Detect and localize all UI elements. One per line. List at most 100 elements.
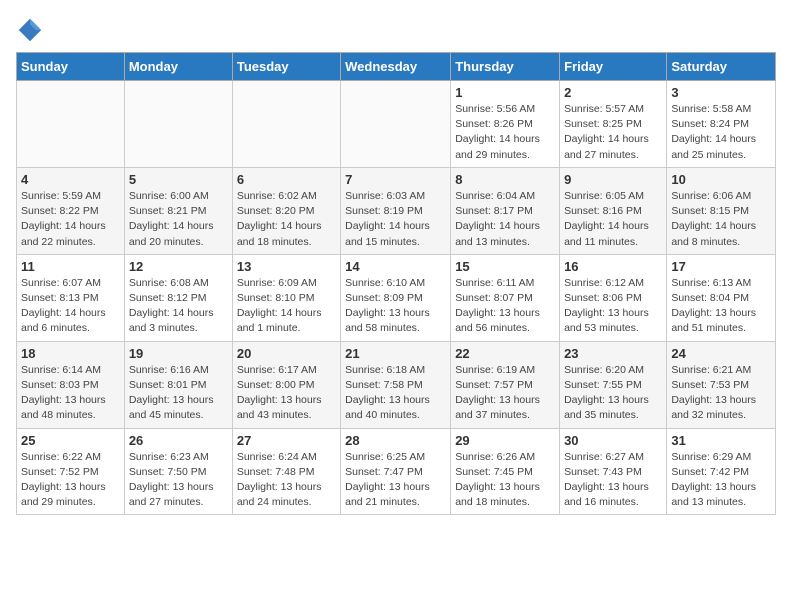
calendar-table: SundayMondayTuesdayWednesdayThursdayFrid… (16, 52, 776, 515)
day-info: Sunrise: 6:18 AM Sunset: 7:58 PM Dayligh… (345, 363, 446, 424)
calendar-cell: 19 Sunrise: 6:16 AM Sunset: 8:01 PM Dayli… (124, 341, 232, 428)
calendar-cell: 25 Sunrise: 6:22 AM Sunset: 7:52 PM Dayli… (17, 428, 125, 515)
day-header-wednesday: Wednesday (341, 53, 451, 81)
day-number: 14 (345, 259, 446, 274)
week-row-3: 11 Sunrise: 6:07 AM Sunset: 8:13 PM Dayli… (17, 254, 776, 341)
day-number: 22 (455, 346, 555, 361)
day-number: 1 (455, 85, 555, 100)
day-info: Sunrise: 6:03 AM Sunset: 8:19 PM Dayligh… (345, 189, 446, 250)
day-number: 31 (671, 433, 771, 448)
day-number: 21 (345, 346, 446, 361)
day-number: 26 (129, 433, 228, 448)
day-info: Sunrise: 5:58 AM Sunset: 8:24 PM Dayligh… (671, 102, 771, 163)
day-header-saturday: Saturday (667, 53, 776, 81)
calendar-cell: 11 Sunrise: 6:07 AM Sunset: 8:13 PM Dayli… (17, 254, 125, 341)
day-header-monday: Monday (124, 53, 232, 81)
logo (16, 16, 46, 44)
week-row-5: 25 Sunrise: 6:22 AM Sunset: 7:52 PM Dayli… (17, 428, 776, 515)
day-number: 4 (21, 172, 120, 187)
day-number: 19 (129, 346, 228, 361)
day-number: 10 (671, 172, 771, 187)
day-number: 23 (564, 346, 662, 361)
calendar-cell: 30 Sunrise: 6:27 AM Sunset: 7:43 PM Dayli… (560, 428, 667, 515)
day-info: Sunrise: 6:04 AM Sunset: 8:17 PM Dayligh… (455, 189, 555, 250)
day-number: 15 (455, 259, 555, 274)
calendar-cell: 27 Sunrise: 6:24 AM Sunset: 7:48 PM Dayli… (232, 428, 340, 515)
day-info: Sunrise: 6:20 AM Sunset: 7:55 PM Dayligh… (564, 363, 662, 424)
page-header (16, 16, 776, 44)
day-number: 9 (564, 172, 662, 187)
calendar-cell: 7Sunrise: 6:03 AM Sunset: 8:19 PM Daylig… (341, 167, 451, 254)
day-info: Sunrise: 6:16 AM Sunset: 8:01 PM Dayligh… (129, 363, 228, 424)
calendar-cell: 3 Sunrise: 5:58 AM Sunset: 8:24 PM Daylig… (667, 81, 776, 168)
logo-icon (16, 16, 44, 44)
day-info: Sunrise: 6:24 AM Sunset: 7:48 PM Dayligh… (237, 450, 336, 511)
calendar-header: SundayMondayTuesdayWednesdayThursdayFrid… (17, 53, 776, 81)
calendar-cell: 4Sunrise: 5:59 AM Sunset: 8:22 PM Daylig… (17, 167, 125, 254)
day-header-tuesday: Tuesday (232, 53, 340, 81)
calendar-cell (17, 81, 125, 168)
day-number: 5 (129, 172, 228, 187)
calendar-cell: 2 Sunrise: 5:57 AM Sunset: 8:25 PM Daylig… (560, 81, 667, 168)
day-info: Sunrise: 6:22 AM Sunset: 7:52 PM Dayligh… (21, 450, 120, 511)
day-info: Sunrise: 6:25 AM Sunset: 7:47 PM Dayligh… (345, 450, 446, 511)
day-info: Sunrise: 5:56 AM Sunset: 8:26 PM Dayligh… (455, 102, 555, 163)
calendar-cell: 9 Sunrise: 6:05 AM Sunset: 8:16 PM Daylig… (560, 167, 667, 254)
day-info: Sunrise: 6:00 AM Sunset: 8:21 PM Dayligh… (129, 189, 228, 250)
day-number: 3 (671, 85, 771, 100)
day-number: 20 (237, 346, 336, 361)
calendar-cell: 22Sunrise: 6:19 AM Sunset: 7:57 PM Dayli… (451, 341, 560, 428)
day-info: Sunrise: 6:21 AM Sunset: 7:53 PM Dayligh… (671, 363, 771, 424)
calendar-cell: 24 Sunrise: 6:21 AM Sunset: 7:53 PM Dayli… (667, 341, 776, 428)
day-info: Sunrise: 6:27 AM Sunset: 7:43 PM Dayligh… (564, 450, 662, 511)
calendar-cell: 28 Sunrise: 6:25 AM Sunset: 7:47 PM Dayli… (341, 428, 451, 515)
day-info: Sunrise: 6:02 AM Sunset: 8:20 PM Dayligh… (237, 189, 336, 250)
calendar-cell: 10 Sunrise: 6:06 AM Sunset: 8:15 PM Dayli… (667, 167, 776, 254)
calendar-cell: 13Sunrise: 6:09 AM Sunset: 8:10 PM Dayli… (232, 254, 340, 341)
day-number: 6 (237, 172, 336, 187)
calendar-cell: 23 Sunrise: 6:20 AM Sunset: 7:55 PM Dayli… (560, 341, 667, 428)
day-number: 30 (564, 433, 662, 448)
calendar-cell: 20 Sunrise: 6:17 AM Sunset: 8:00 PM Dayli… (232, 341, 340, 428)
calendar-cell (232, 81, 340, 168)
calendar-cell: 21 Sunrise: 6:18 AM Sunset: 7:58 PM Dayli… (341, 341, 451, 428)
day-info: Sunrise: 6:06 AM Sunset: 8:15 PM Dayligh… (671, 189, 771, 250)
calendar-cell: 6 Sunrise: 6:02 AM Sunset: 8:20 PM Daylig… (232, 167, 340, 254)
day-info: Sunrise: 6:12 AM Sunset: 8:06 PM Dayligh… (564, 276, 662, 337)
day-number: 11 (21, 259, 120, 274)
day-info: Sunrise: 6:08 AM Sunset: 8:12 PM Dayligh… (129, 276, 228, 337)
day-info: Sunrise: 6:17 AM Sunset: 8:00 PM Dayligh… (237, 363, 336, 424)
day-info: Sunrise: 6:29 AM Sunset: 7:42 PM Dayligh… (671, 450, 771, 511)
day-number: 8 (455, 172, 555, 187)
day-number: 2 (564, 85, 662, 100)
day-info: Sunrise: 6:26 AM Sunset: 7:45 PM Dayligh… (455, 450, 555, 511)
day-info: Sunrise: 5:57 AM Sunset: 8:25 PM Dayligh… (564, 102, 662, 163)
day-info: Sunrise: 6:11 AM Sunset: 8:07 PM Dayligh… (455, 276, 555, 337)
week-row-4: 18Sunrise: 6:14 AM Sunset: 8:03 PM Dayli… (17, 341, 776, 428)
calendar-cell: 1 Sunrise: 5:56 AM Sunset: 8:26 PM Daylig… (451, 81, 560, 168)
day-number: 12 (129, 259, 228, 274)
day-info: Sunrise: 6:09 AM Sunset: 8:10 PM Dayligh… (237, 276, 336, 337)
day-info: Sunrise: 6:07 AM Sunset: 8:13 PM Dayligh… (21, 276, 120, 337)
day-info: Sunrise: 6:10 AM Sunset: 8:09 PM Dayligh… (345, 276, 446, 337)
day-number: 28 (345, 433, 446, 448)
day-header-thursday: Thursday (451, 53, 560, 81)
calendar-cell: 17Sunrise: 6:13 AM Sunset: 8:04 PM Dayli… (667, 254, 776, 341)
calendar-cell (341, 81, 451, 168)
calendar-cell: 31 Sunrise: 6:29 AM Sunset: 7:42 PM Dayli… (667, 428, 776, 515)
calendar-cell: 29Sunrise: 6:26 AM Sunset: 7:45 PM Dayli… (451, 428, 560, 515)
calendar-cell: 12 Sunrise: 6:08 AM Sunset: 8:12 PM Dayli… (124, 254, 232, 341)
day-header-sunday: Sunday (17, 53, 125, 81)
day-info: Sunrise: 6:05 AM Sunset: 8:16 PM Dayligh… (564, 189, 662, 250)
day-number: 27 (237, 433, 336, 448)
calendar-cell: 8 Sunrise: 6:04 AM Sunset: 8:17 PM Daylig… (451, 167, 560, 254)
day-header-friday: Friday (560, 53, 667, 81)
day-number: 17 (671, 259, 771, 274)
calendar-cell: 18Sunrise: 6:14 AM Sunset: 8:03 PM Dayli… (17, 341, 125, 428)
day-number: 16 (564, 259, 662, 274)
week-row-1: 1 Sunrise: 5:56 AM Sunset: 8:26 PM Daylig… (17, 81, 776, 168)
calendar-cell (124, 81, 232, 168)
day-number: 18 (21, 346, 120, 361)
day-number: 25 (21, 433, 120, 448)
day-number: 24 (671, 346, 771, 361)
